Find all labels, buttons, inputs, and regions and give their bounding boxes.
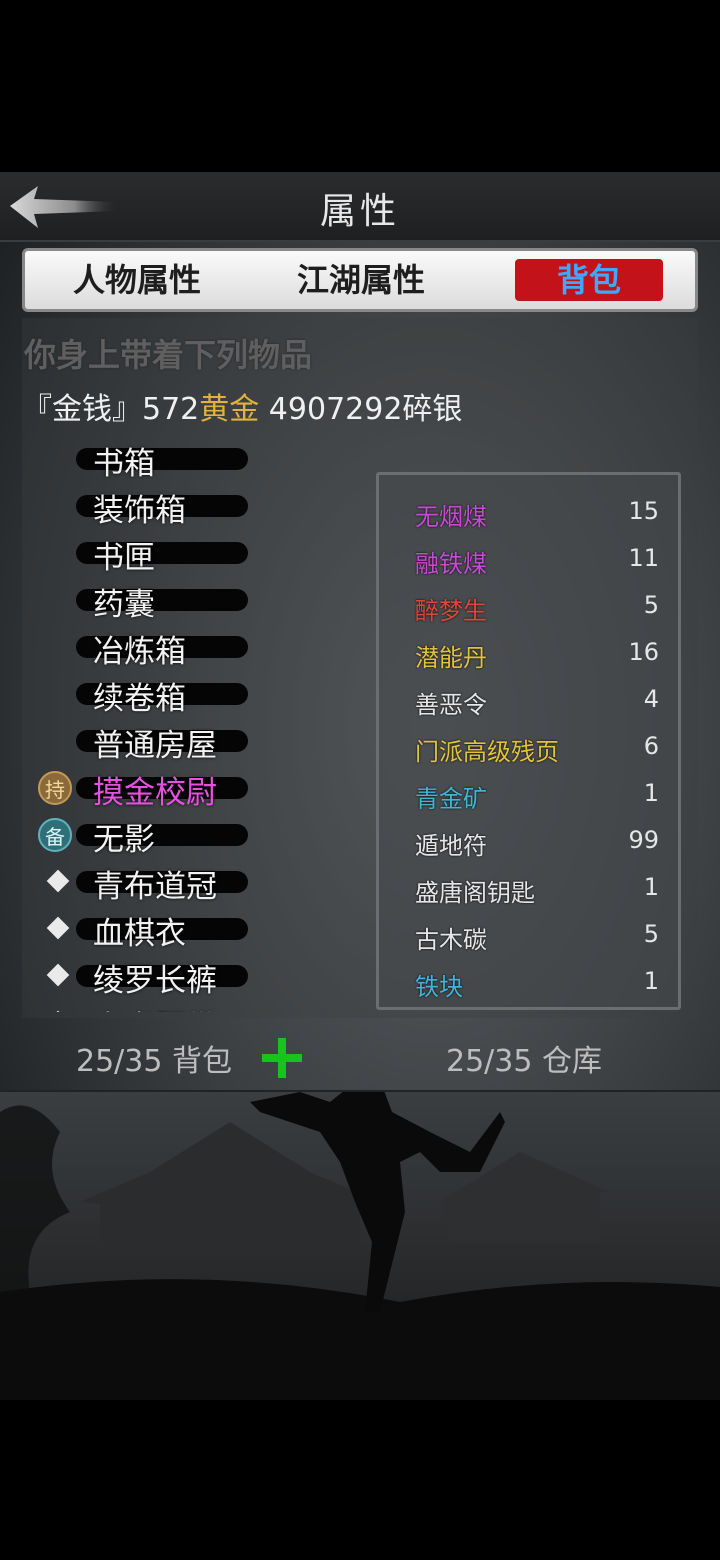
list-item[interactable]: 药囊: [30, 577, 350, 624]
resource-row[interactable]: 青金矿 1: [379, 775, 679, 821]
list-item[interactable]: 血棋衣: [30, 906, 350, 953]
status-bar-area: [0, 0, 720, 172]
navigation-bar-area: [0, 1400, 720, 1560]
money-suffix: 4907292碎银: [259, 392, 463, 427]
gold-label: 黄金: [199, 392, 260, 427]
held-badge-icon: 持: [38, 771, 72, 805]
list-item[interactable]: 持 摸金校尉: [30, 765, 350, 812]
list-item[interactable]: 冶炼箱: [30, 624, 350, 671]
resource-row[interactable]: 无烟煤 15: [379, 493, 679, 539]
resource-name: 无烟煤: [415, 503, 487, 531]
item-list[interactable]: 书箱 装饰箱 书匣 药囊 冶炼箱 续卷箱 普通房屋 持 摸金校尉 备 无影 青布…: [30, 436, 350, 1012]
resource-name: 盛唐阁钥匙: [415, 879, 535, 907]
diamond-icon: [46, 1010, 70, 1012]
diamond-icon: [46, 869, 70, 893]
list-item[interactable]: 备 无影: [30, 812, 350, 859]
item-label: 绫罗长裤: [93, 963, 217, 999]
item-label: 书匣: [93, 540, 155, 576]
reserve-badge-icon: 备: [38, 818, 72, 852]
resource-qty: 99: [628, 826, 659, 854]
list-item[interactable]: 续卷箱: [30, 671, 350, 718]
list-item[interactable]: 普通房屋: [30, 718, 350, 765]
resource-row[interactable]: 潜能丹 16: [379, 634, 679, 680]
tab-backpack[interactable]: 背包: [515, 259, 663, 301]
list-item[interactable]: 白虎腰带: [30, 1000, 350, 1012]
item-label: 药囊: [93, 587, 155, 623]
item-label: 白虎腰带: [93, 1002, 217, 1012]
resource-row[interactable]: 门派高级残页 6: [379, 728, 679, 774]
item-label: 青布道冠: [93, 869, 217, 905]
resource-row[interactable]: 盛唐阁钥匙 1: [379, 869, 679, 915]
warehouse-capacity[interactable]: 25/35 仓库: [446, 1036, 602, 1080]
resource-qty: 6: [643, 732, 659, 760]
resource-row[interactable]: 醉梦生 5: [379, 587, 679, 633]
list-item[interactable]: 绫罗长裤: [30, 953, 350, 1000]
resource-name: 潜能丹: [415, 644, 487, 672]
resource-name: 青金矿: [415, 785, 487, 813]
resource-name: 善恶令: [415, 691, 487, 719]
resource-name: 醉梦生: [415, 597, 487, 625]
tab-character-attributes[interactable]: 人物属性: [67, 259, 207, 301]
resource-name: 古木碳: [415, 926, 487, 954]
diamond-icon: [46, 963, 70, 987]
resource-name: 遁地符: [415, 832, 487, 860]
item-label: 书箱: [93, 446, 155, 482]
resource-name: 门派高级残页: [415, 738, 559, 766]
money-line: 『金钱』572黄金 4907292碎银: [22, 384, 462, 428]
resource-name: 铁块: [415, 973, 463, 1001]
resource-row[interactable]: 铁块 1: [379, 963, 679, 1009]
resource-row[interactable]: 遁地符 99: [379, 822, 679, 868]
resource-qty: 5: [643, 920, 659, 948]
item-label: 摸金校尉: [93, 775, 217, 811]
bag-capacity[interactable]: 25/35 背包: [76, 1036, 232, 1080]
item-label: 装饰箱: [93, 493, 186, 529]
expand-bag-button[interactable]: [262, 1038, 302, 1078]
warrior-silhouette-illustration: [0, 1092, 720, 1400]
item-label: 普通房屋: [93, 728, 217, 764]
resource-qty: 15: [628, 497, 659, 525]
resource-qty: 1: [643, 873, 659, 901]
item-label: 无影: [93, 822, 155, 858]
resource-qty: 1: [643, 779, 659, 807]
list-item[interactable]: 青布道冠: [30, 859, 350, 906]
item-label: 血棋衣: [93, 916, 186, 952]
item-label: 冶炼箱: [93, 634, 186, 670]
tab-bar: 人物属性 江湖属性 背包: [22, 248, 698, 312]
resource-row[interactable]: 融铁煤 11: [379, 540, 679, 586]
resource-qty: 4: [643, 685, 659, 713]
list-item[interactable]: 书匣: [30, 530, 350, 577]
resource-qty: 16: [628, 638, 659, 666]
resource-qty: 11: [628, 544, 659, 572]
plus-icon-stem: [278, 1038, 286, 1078]
item-label: 续卷箱: [93, 681, 186, 717]
resource-row[interactable]: 古木碳 5: [379, 916, 679, 962]
resource-row[interactable]: 善恶令 4: [379, 681, 679, 727]
resource-name: 融铁煤: [415, 550, 487, 578]
list-item[interactable]: 装饰箱: [30, 483, 350, 530]
resource-list[interactable]: 无烟煤 15 融铁煤 11 醉梦生 5 潜能丹 16 善恶令 4 门派高级残页 …: [376, 472, 681, 1010]
money-prefix: 『金钱』572: [22, 392, 200, 427]
resource-qty: 1: [643, 967, 659, 995]
tab-jianghu-attributes[interactable]: 江湖属性: [291, 259, 431, 301]
page-title: 属性: [319, 191, 400, 232]
inventory-intro: 你身上带着下列物品: [24, 336, 313, 374]
diamond-icon: [46, 916, 70, 940]
resource-qty: 5: [643, 591, 659, 619]
list-item[interactable]: 书箱: [30, 436, 350, 483]
